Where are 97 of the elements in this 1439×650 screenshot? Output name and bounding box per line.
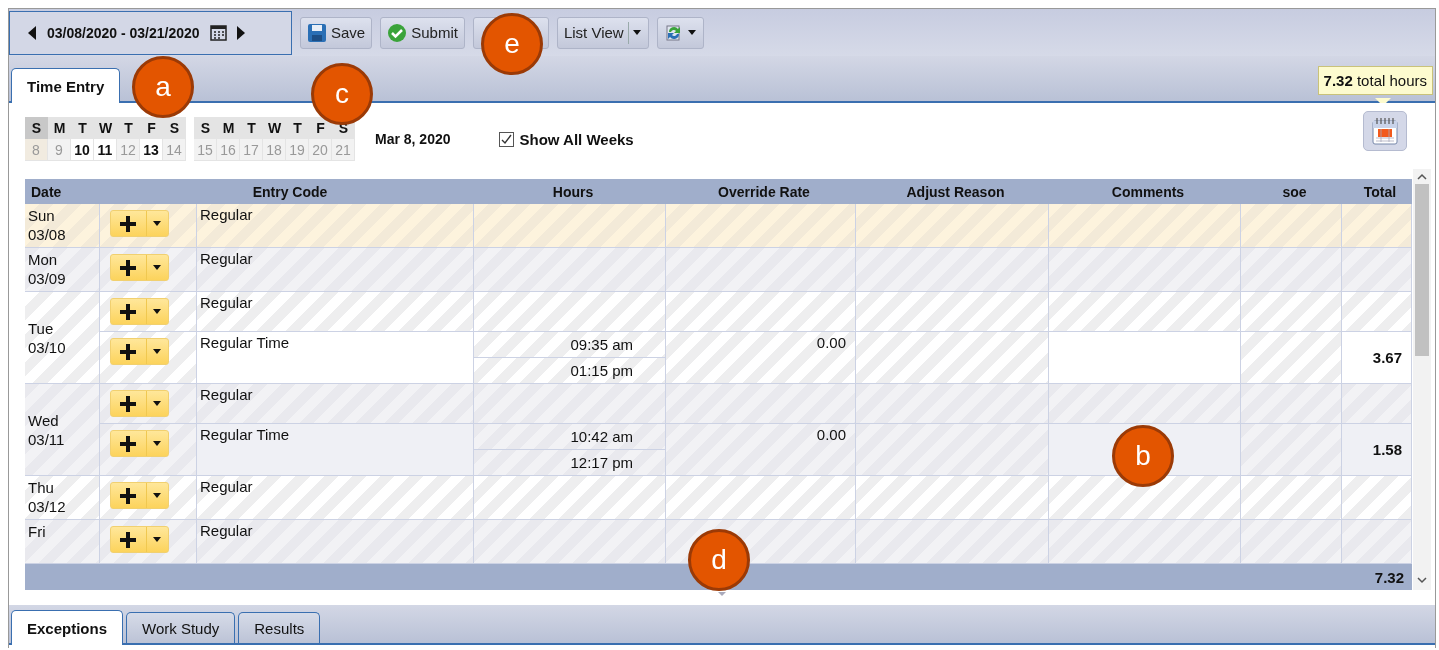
add-entry-button[interactable] — [110, 210, 169, 237]
calendar-icon — [1370, 116, 1400, 146]
tab[interactable]: Time Entry — [11, 68, 121, 103]
plus-icon — [119, 394, 138, 413]
check-icon — [500, 133, 512, 145]
date-cell: Thu 03/12 — [25, 476, 100, 520]
plus-icon — [119, 214, 138, 233]
scroll-down-icon — [1417, 577, 1427, 584]
add-entry-button[interactable] — [110, 338, 169, 365]
table-cell — [1342, 520, 1412, 564]
grand-total: 7.32 — [1374, 568, 1404, 586]
time-cell[interactable]: 12:17 pm — [474, 450, 665, 475]
add-entry-button[interactable] — [110, 482, 169, 509]
entry-code-cell[interactable]: Regular — [197, 204, 474, 248]
entry-code-cell[interactable]: Regular Time — [197, 424, 474, 476]
table-cell — [1342, 292, 1412, 332]
show-all-weeks-checkbox[interactable]: Show All Weeks — [498, 130, 634, 148]
entry-code-cell[interactable]: Regular — [197, 476, 474, 520]
caret-icon — [152, 400, 162, 407]
entry-code-cell[interactable]: Regular — [197, 292, 474, 332]
caret-icon — [152, 308, 162, 315]
add-entry-button[interactable] — [110, 430, 169, 457]
add-entry-button[interactable] — [110, 254, 169, 281]
calendar-button[interactable] — [1363, 111, 1407, 151]
column-header: Date — [30, 182, 63, 202]
column-header: Adjust Reason — [905, 182, 1006, 202]
entry-code-cell[interactable]: Regular — [197, 520, 474, 564]
date-range-navigator[interactable]: 03/08/2020 - 03/21/2020 — [9, 10, 292, 55]
tooltip: 7.32 total hours — [1317, 66, 1433, 95]
plus-icon — [119, 302, 138, 321]
comments-field[interactable] — [1049, 384, 1241, 424]
comments-field[interactable] — [1049, 332, 1241, 384]
column-header: Total — [1362, 182, 1398, 202]
date-cell: Fri — [25, 520, 100, 564]
rate-cell: 0.00 — [666, 332, 856, 384]
tab[interactable]: Exceptions — [11, 610, 124, 645]
table-cell — [1342, 204, 1412, 248]
add-entry-button[interactable] — [110, 390, 169, 417]
caret-icon — [152, 440, 162, 447]
caret-icon — [687, 29, 697, 36]
time-cell[interactable]: 09:35 am — [474, 332, 665, 358]
column-header: Hours — [551, 182, 595, 202]
date-cell: Mon 03/09 — [25, 248, 100, 292]
plus-icon — [119, 486, 138, 505]
caret-icon — [152, 536, 162, 543]
rate-cell: 0.00 — [666, 424, 856, 476]
check-circle-icon — [387, 22, 408, 43]
submit-button[interactable]: Submit — [380, 16, 465, 49]
table-cell — [1342, 476, 1412, 520]
current-date: Mar 8, 2020 — [375, 131, 451, 147]
comments-field[interactable] — [1049, 476, 1241, 520]
calendar-day[interactable]: 11 — [94, 139, 116, 160]
add-entry-button[interactable] — [110, 298, 169, 325]
caret-icon — [152, 220, 162, 227]
date-cell: Tue 03/10 — [25, 292, 100, 384]
total-cell: 1.58 — [1342, 424, 1412, 476]
plus-icon — [119, 342, 138, 361]
plus-icon — [119, 530, 138, 549]
time-cell[interactable]: 01:15 pm — [474, 358, 665, 383]
export-menu-button[interactable] — [656, 16, 704, 49]
total-cell: 3.67 — [1342, 332, 1412, 384]
calendar-day[interactable]: 10 — [71, 139, 93, 160]
date-range: 03/08/2020 - 03/21/2020 — [47, 24, 200, 41]
column-header: soe — [1281, 182, 1308, 202]
tab[interactable]: Work Study — [126, 612, 236, 643]
next-arrow-icon — [236, 25, 246, 40]
entry-code-cell[interactable]: Regular Time — [197, 332, 474, 384]
scrollbar[interactable] — [1413, 169, 1431, 590]
view-menu-button[interactable]: List View — [556, 16, 649, 49]
caret-icon — [632, 29, 642, 36]
tab[interactable]: Results — [238, 612, 321, 643]
caret-icon — [152, 348, 162, 355]
previous-arrow-icon — [28, 25, 37, 40]
weekday-letter: S — [25, 117, 48, 139]
comments-field[interactable] — [1049, 520, 1241, 564]
comments-field[interactable] — [1049, 204, 1241, 248]
column-header: Entry Code — [251, 182, 329, 202]
table-cell — [1342, 248, 1412, 292]
calendar-day[interactable]: 13 — [140, 139, 162, 160]
caret-icon — [152, 492, 162, 499]
entry-code-cell[interactable]: Regular — [197, 248, 474, 292]
time-cell[interactable]: 10:42 am — [474, 424, 665, 450]
add-entry-button[interactable] — [110, 526, 169, 553]
date-cell: Wed 03/11 — [25, 384, 100, 476]
scroll-up-icon — [1417, 173, 1427, 180]
plus-icon — [119, 434, 138, 453]
table-cell — [1342, 384, 1412, 424]
column-header: Comments — [1110, 182, 1186, 202]
entry-code-cell[interactable]: Regular — [197, 384, 474, 424]
comments-field[interactable] — [1049, 248, 1241, 292]
calendar-icon — [209, 24, 227, 41]
plus-icon — [119, 258, 138, 277]
comments-field[interactable] — [1049, 292, 1241, 332]
date-cell: Sun 03/08 — [25, 204, 100, 248]
save-button[interactable]: Save — [300, 16, 373, 49]
column-header: Override Rate — [717, 182, 811, 202]
caret-icon — [152, 264, 162, 271]
